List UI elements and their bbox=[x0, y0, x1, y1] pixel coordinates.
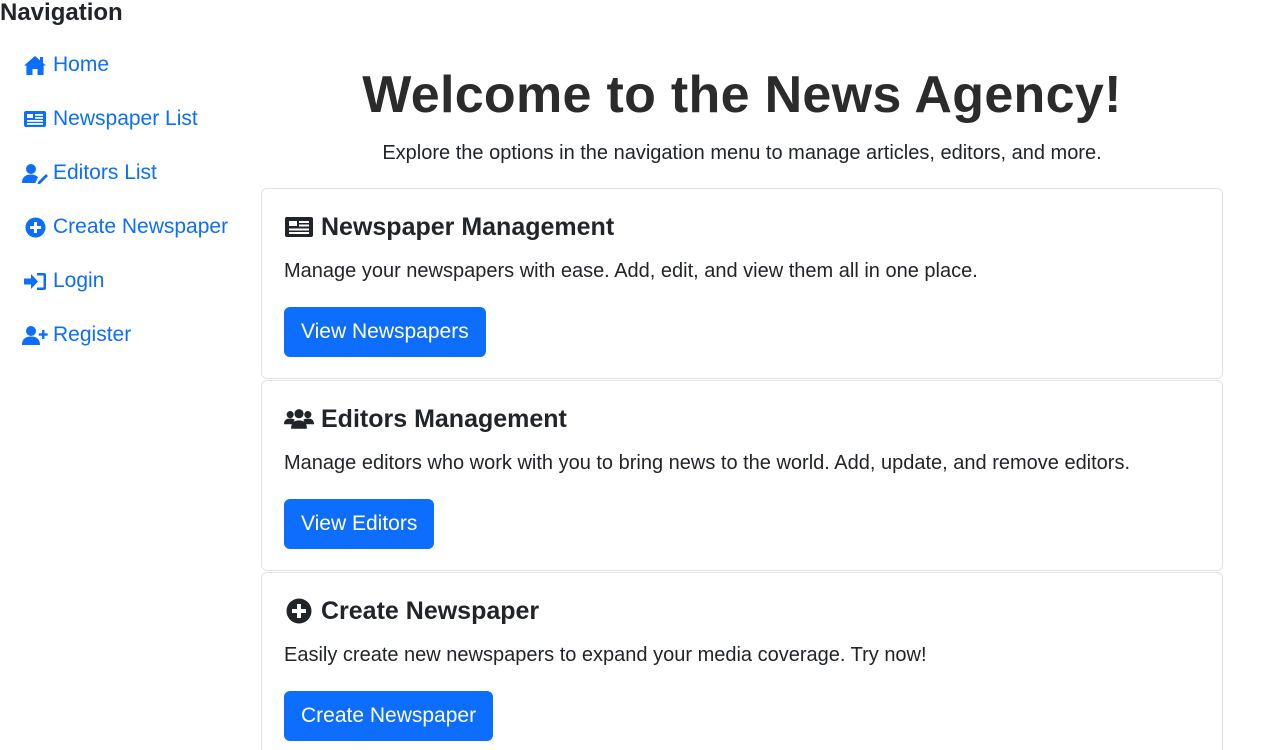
sidebar-item-login[interactable]: Login bbox=[22, 266, 228, 296]
editors-management-card: Editors Management Manage editors who wo… bbox=[261, 380, 1223, 571]
page-subtitle: Explore the options in the navigation me… bbox=[382, 142, 1102, 164]
sidebar-item-newspaper-list[interactable]: Newspaper List bbox=[22, 104, 228, 134]
nav-list: Home Newspaper List Editors List Create … bbox=[22, 50, 228, 374]
sidebar-item-editors-list[interactable]: Editors List bbox=[22, 158, 228, 188]
newspaper-icon bbox=[284, 214, 314, 240]
users-icon bbox=[284, 406, 314, 432]
card-title: Editors Management bbox=[284, 403, 567, 435]
sidebar-item-label: Create Newspaper bbox=[53, 215, 229, 238]
sidebar-item-create-newspaper[interactable]: Create Newspaper bbox=[22, 212, 228, 242]
sidebar-item-label: Register bbox=[53, 323, 132, 346]
card-text: Manage editors who work with you to brin… bbox=[284, 452, 1131, 474]
newspaper-icon bbox=[22, 108, 48, 130]
card-title-text: Newspaper Management bbox=[321, 213, 615, 241]
newspaper-management-card: Newspaper Management Manage your newspap… bbox=[261, 188, 1223, 379]
card-title: Create Newspaper bbox=[284, 595, 539, 627]
card-text: Easily create new newspapers to expand y… bbox=[284, 644, 927, 666]
create-newspaper-card: Create Newspaper Easily create new newsp… bbox=[261, 572, 1223, 750]
card-text: Manage your newspapers with ease. Add, e… bbox=[284, 260, 978, 282]
page: Navigation Home Newspaper List Editors L… bbox=[0, 0, 1280, 750]
page-title: Welcome to the News Agency! bbox=[362, 66, 1122, 124]
view-newspapers-button[interactable]: View Newspapers bbox=[284, 307, 486, 357]
plus-circle-icon bbox=[284, 598, 314, 624]
user-plus-icon bbox=[22, 324, 48, 346]
user-edit-icon bbox=[22, 162, 48, 184]
sidebar-item-label: Editors List bbox=[53, 161, 157, 184]
sidebar-title: Navigation bbox=[0, 0, 123, 26]
card-title-text: Create Newspaper bbox=[321, 597, 540, 625]
card-title-text: Editors Management bbox=[321, 405, 567, 433]
home-icon bbox=[22, 54, 48, 76]
sidebar-item-label: Login bbox=[53, 269, 105, 292]
sidebar-item-label: Newspaper List bbox=[53, 107, 198, 130]
sidebar-item-home[interactable]: Home bbox=[22, 50, 228, 80]
view-editors-button[interactable]: View Editors bbox=[284, 499, 435, 549]
create-newspaper-button[interactable]: Create Newspaper bbox=[284, 691, 494, 741]
sidebar-item-register[interactable]: Register bbox=[22, 320, 228, 350]
plus-circle-icon bbox=[22, 216, 48, 238]
card-title: Newspaper Management bbox=[284, 211, 614, 243]
sign-in-icon bbox=[22, 270, 48, 292]
sidebar-item-label: Home bbox=[53, 53, 110, 76]
